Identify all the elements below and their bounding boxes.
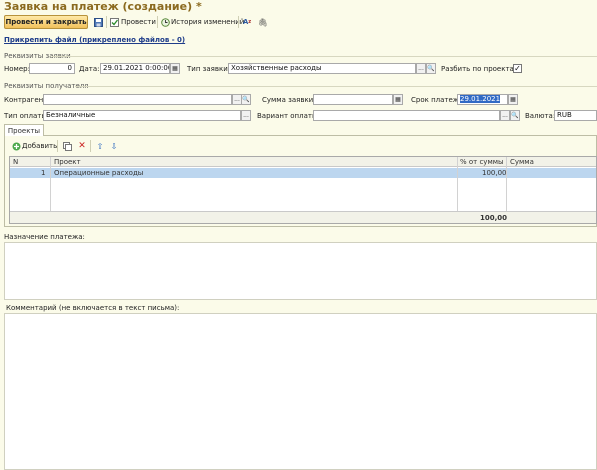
- payment-purpose-label: Назначение платежа:: [4, 233, 85, 241]
- payment-type-field[interactable]: Безналичные: [43, 110, 241, 121]
- toolbar-separator: [106, 16, 107, 28]
- comment-label: Комментарий (не включается в текст письм…: [6, 304, 180, 312]
- toolbar-separator: [157, 16, 158, 28]
- post-and-close-button[interactable]: Провести и закрыть: [4, 15, 88, 29]
- search-icon[interactable]: 🔍: [426, 63, 436, 74]
- move-down-icon[interactable]: ⇩: [109, 141, 119, 151]
- request-type-label: Тип заявки:: [187, 65, 231, 73]
- post-button[interactable]: Провести: [121, 18, 156, 26]
- toolbar-separator: [57, 140, 58, 152]
- date-field[interactable]: 29.01.2021 0:00:00: [100, 63, 170, 74]
- amount-label: Сумма заявки:: [262, 96, 316, 104]
- row-number: 1: [41, 169, 46, 177]
- date-label: Дата:: [79, 65, 100, 73]
- currency-field[interactable]: RUB: [554, 110, 597, 121]
- paperclip-icon[interactable]: 🖇: [258, 17, 268, 27]
- row-project[interactable]: Операционные расходы: [54, 168, 143, 178]
- attach-file-link[interactable]: Прикрепить файл (прикреплено файлов - 0): [4, 36, 185, 44]
- add-row-button[interactable]: Добавить: [22, 142, 57, 150]
- number-label: Номер:: [4, 65, 30, 73]
- column-header-percent[interactable]: % от суммы: [460, 157, 504, 167]
- section-divider: [75, 86, 597, 87]
- column-header-n[interactable]: N: [13, 157, 18, 167]
- currency-label: Валюта:: [525, 112, 556, 120]
- table-row[interactable]: 1 Операционные расходы 100,00: [10, 168, 596, 178]
- history-button[interactable]: История изменений: [171, 18, 244, 26]
- search-icon[interactable]: 🔍: [510, 110, 520, 121]
- move-up-icon[interactable]: ⇧: [95, 141, 105, 151]
- comment-textarea[interactable]: [4, 313, 597, 470]
- deadline-field[interactable]: 29.01.2021: [457, 94, 508, 105]
- calendar-icon[interactable]: ▦: [508, 94, 518, 105]
- column-header-sum[interactable]: Сумма: [510, 157, 534, 167]
- text-format-icon[interactable]: Az: [242, 17, 252, 27]
- history-icon[interactable]: [160, 17, 170, 27]
- counterparty-field[interactable]: [43, 94, 232, 105]
- add-icon[interactable]: [11, 141, 21, 151]
- amount-field[interactable]: [313, 94, 393, 105]
- split-by-projects-label: Разбить по проектам:: [441, 65, 522, 73]
- deadline-value: 29.01.2021: [460, 95, 501, 103]
- search-icon[interactable]: 🔍: [241, 94, 251, 105]
- page-title: Заявка на платеж (создание) *: [4, 0, 202, 13]
- total-percent: 100,00: [480, 214, 508, 222]
- tab-projects[interactable]: Проекты: [4, 124, 44, 136]
- copy-icon[interactable]: [62, 141, 72, 151]
- ellipsis-button[interactable]: ...: [416, 63, 426, 74]
- payment-variant-label: Вариант оплаты:: [257, 112, 320, 120]
- table-header: N Проект % от суммы Сумма: [10, 157, 596, 167]
- row-percent[interactable]: 100,00: [482, 168, 507, 178]
- calendar-icon[interactable]: ▦: [170, 63, 180, 74]
- save-icon[interactable]: [93, 17, 103, 27]
- payment-purpose-textarea[interactable]: [4, 242, 597, 300]
- column-header-project[interactable]: Проект: [54, 157, 81, 167]
- ellipsis-button[interactable]: ...: [500, 110, 510, 121]
- payment-variant-field[interactable]: [313, 110, 500, 121]
- ellipsis-button[interactable]: ...: [241, 110, 251, 121]
- toolbar-separator: [90, 140, 91, 152]
- calculator-icon[interactable]: ▦: [393, 94, 403, 105]
- post-icon[interactable]: [109, 17, 119, 27]
- delete-icon[interactable]: ✕: [77, 141, 87, 151]
- split-by-projects-checkbox[interactable]: ✓: [513, 64, 522, 73]
- table-footer: 100,00: [10, 211, 596, 223]
- request-type-field[interactable]: Хозяйственные расходы: [228, 63, 416, 74]
- toolbar-separator: [238, 16, 239, 28]
- projects-table[interactable]: N Проект % от суммы Сумма 1 Операционные…: [9, 156, 597, 224]
- number-field[interactable]: 0: [29, 63, 75, 74]
- section-divider: [52, 56, 597, 57]
